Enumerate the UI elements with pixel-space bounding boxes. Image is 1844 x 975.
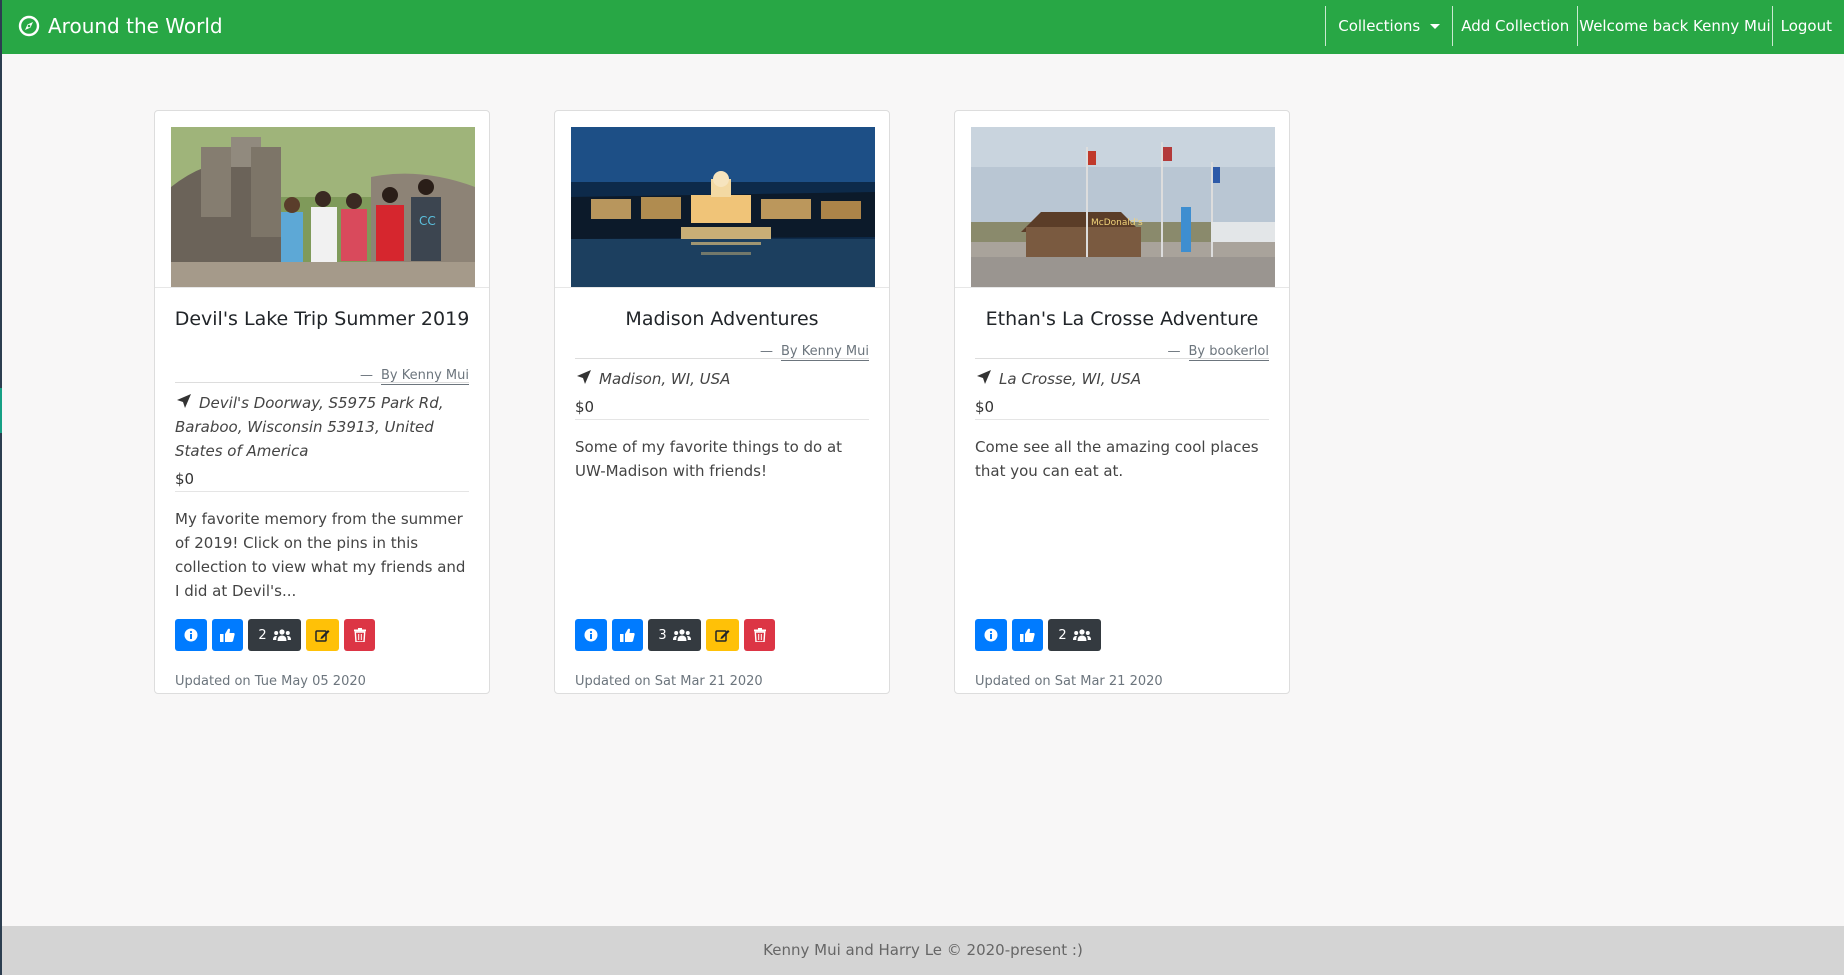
members-button[interactable]: 2 <box>248 619 301 651</box>
location-arrow-icon <box>577 370 591 384</box>
like-button[interactable] <box>612 619 643 651</box>
info-circle-icon <box>584 628 598 642</box>
card-title: Devil's Lake Trip Summer 2019 <box>174 308 470 330</box>
member-count: 3 <box>658 627 667 643</box>
compass-icon <box>18 15 40 37</box>
info-circle-icon <box>184 628 198 642</box>
delete-button[interactable] <box>344 619 375 651</box>
collection-image[interactable]: CC <box>171 127 475 287</box>
thumbs-up-icon <box>620 628 635 642</box>
card-title: Ethan's La Crosse Adventure <box>985 308 1259 330</box>
trash-icon <box>353 628 366 642</box>
collections-dropdown[interactable]: Collections <box>1325 6 1452 46</box>
location-arrow-icon <box>177 394 191 408</box>
users-icon <box>672 629 691 641</box>
card-author: — By Kenny Mui <box>360 368 469 385</box>
welcome-text: Welcome back Kenny Mui <box>1579 17 1771 35</box>
location-arrow-icon <box>977 370 991 384</box>
add-collection-label: Add Collection <box>1461 17 1570 35</box>
location-text: La Crosse, WI, USA <box>999 370 1142 388</box>
trash-icon <box>753 628 766 642</box>
card-actions: 2 <box>175 619 375 651</box>
author-divider <box>175 382 469 383</box>
card-description: Come see all the amazing cool places tha… <box>975 438 1259 480</box>
price-divider <box>975 419 1269 420</box>
collection-image[interactable] <box>571 127 875 287</box>
caret-down-icon <box>1430 23 1441 29</box>
card-updated-date: Updated on Sat Mar 21 2020 <box>575 674 763 689</box>
collection-image[interactable]: McDonald's <box>971 127 1275 287</box>
members-button[interactable]: 3 <box>648 619 701 651</box>
info-button[interactable] <box>175 619 207 651</box>
logout-label: Logout <box>1780 17 1832 35</box>
svg-text:McDonald's: McDonald's <box>1091 218 1143 228</box>
card-actions: 2 <box>975 619 1101 651</box>
location-text: Devil's Doorway, S5975 Park Rd, Baraboo,… <box>175 394 444 460</box>
logout-link[interactable]: Logout <box>1771 6 1832 46</box>
top-navbar: Around the World Collections Add Collect… <box>2 0 1844 54</box>
add-collection-link[interactable]: Add Collection <box>1452 6 1577 46</box>
edit-icon <box>315 630 330 642</box>
card-actions: 3 <box>575 619 775 651</box>
card-author: — By Kenny Mui <box>760 344 869 361</box>
member-count: 2 <box>258 627 267 643</box>
info-button[interactable] <box>975 619 1007 651</box>
card-location: La Crosse, WI, USA <box>975 367 1269 391</box>
edit-icon <box>715 630 730 642</box>
nav-menu: Collections Add Collection Welcome back … <box>1325 6 1832 46</box>
card-updated-date: Updated on Tue May 05 2020 <box>175 674 366 689</box>
footer-text: Kenny Mui and Harry Le © 2020-present :) <box>763 941 1083 959</box>
author-divider <box>575 358 869 359</box>
price-divider <box>175 491 469 492</box>
brand-title: Around the World <box>48 14 223 38</box>
location-text: Madison, WI, USA <box>599 370 731 388</box>
like-button[interactable] <box>1012 619 1043 651</box>
card-image-divider <box>155 287 489 288</box>
card-description: My favorite memory from the summer of 20… <box>175 510 466 600</box>
window-edge <box>0 0 2 975</box>
thumbs-up-icon <box>1020 628 1035 642</box>
edit-button[interactable] <box>706 619 739 651</box>
card-price: $0 <box>575 398 595 416</box>
brand-link[interactable]: Around the World <box>18 0 223 52</box>
info-button[interactable] <box>575 619 607 651</box>
author-dash: — <box>760 344 773 359</box>
member-count: 2 <box>1058 627 1067 643</box>
thumbs-up-icon <box>220 628 235 642</box>
users-icon <box>272 629 291 641</box>
delete-button[interactable] <box>744 619 775 651</box>
author-dash: — <box>1167 344 1181 359</box>
card-location: Devil's Doorway, S5975 Park Rd, Baraboo,… <box>175 391 469 463</box>
window-edge-accent <box>0 388 2 433</box>
members-button[interactable]: 2 <box>1048 619 1101 651</box>
price-divider <box>575 419 869 420</box>
card-image-divider <box>555 287 889 288</box>
svg-text:CC: CC <box>419 214 436 228</box>
collection-card: McDonald's Ethan's La Crosse Adventure —… <box>954 110 1290 694</box>
card-updated-date: Updated on Sat Mar 21 2020 <box>975 674 1163 689</box>
card-image-divider <box>955 287 1289 288</box>
card-description: Some of my favorite things to do at UW-M… <box>575 438 843 480</box>
card-author: — By bookerlol <box>1167 344 1269 361</box>
author-dash: — <box>360 368 373 383</box>
edit-button[interactable] <box>306 619 339 651</box>
collection-card: CC Devil's Lake Trip Summer 2019 — By Ken… <box>154 110 490 694</box>
collections-label: Collections <box>1338 17 1421 35</box>
collection-card: Madison Adventures — By Kenny Mui Madison… <box>554 110 890 694</box>
author-divider <box>975 358 1269 359</box>
card-location: Madison, WI, USA <box>575 367 869 391</box>
page-footer: Kenny Mui and Harry Le © 2020-present :) <box>2 926 1844 975</box>
welcome-user-link[interactable]: Welcome back Kenny Mui <box>1577 6 1771 46</box>
like-button[interactable] <box>212 619 243 651</box>
card-price: $0 <box>975 398 995 416</box>
info-circle-icon <box>984 628 998 642</box>
users-icon <box>1072 629 1091 641</box>
card-title: Madison Adventures <box>625 308 819 330</box>
card-price: $0 <box>175 470 195 488</box>
